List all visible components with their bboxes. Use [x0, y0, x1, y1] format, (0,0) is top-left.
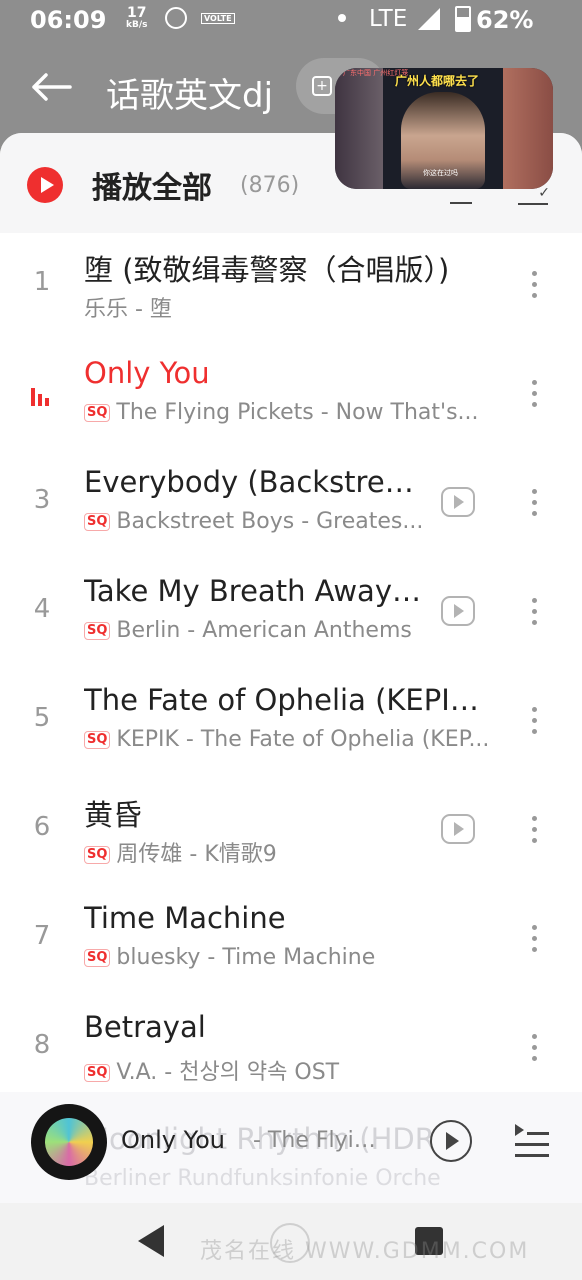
list-item[interactable]: 7 Time Machine SQ bluesky - Time Machine	[0, 887, 582, 996]
song-artist-album-text: Backstreet Boys - Greates...	[116, 509, 424, 534]
battery-level: 62%	[476, 6, 534, 34]
status-bar: 06:09 17 kB/s VOLTE LTE 62%	[0, 0, 582, 40]
mv-play-icon[interactable]	[441, 487, 475, 517]
list-item[interactable]: 1 堕 (致敬缉毒警察（合唱版）) 乐乐 - 堕	[0, 233, 582, 342]
song-index: 4	[33, 594, 51, 624]
song-artist-album-text: bluesky - Time Machine	[116, 945, 376, 970]
song-artist-album: 乐乐 - 堕	[84, 297, 172, 322]
signal-icon	[418, 8, 440, 30]
song-list-sheet: 播放全部 (876) 1 堕 (致敬缉毒警察（合唱版）) 乐乐 - 堕 Only…	[0, 133, 582, 1203]
clock: 06:09	[30, 6, 107, 34]
add-icon[interactable]: +	[312, 76, 332, 96]
pip-video-bg-right	[503, 68, 553, 189]
multi-select-icon[interactable]	[518, 185, 550, 205]
next-song-sub-behind: Berliner Rundfunksinfonie Orche	[84, 1166, 441, 1191]
back-arrow-icon[interactable]	[30, 72, 72, 102]
pip-video-bg-left	[335, 68, 383, 189]
list-item[interactable]: 6 黄昏 SQ 周传雄 - K情歌9	[0, 778, 582, 887]
page-title: 话歌英文dj	[106, 76, 274, 116]
notification-dot-icon	[338, 14, 346, 22]
song-title: Betrayal	[84, 1010, 206, 1044]
song-count: (876)	[240, 173, 300, 198]
song-index: 6	[33, 812, 51, 842]
now-playing-icon	[31, 386, 53, 406]
song-index: 5	[33, 703, 51, 733]
song-title: The Fate of Ophelia (KEPIK...	[84, 683, 494, 717]
song-title: Time Machine	[84, 901, 286, 935]
more-options-icon[interactable]	[528, 1034, 540, 1064]
sq-badge: SQ	[84, 846, 111, 864]
pip-caption: 广州人都哪去了	[395, 74, 480, 88]
sq-badge: SQ	[84, 622, 111, 640]
song-artist-album: SQ KEPIK - The Fate of Ophelia (KEP...	[84, 727, 494, 752]
mv-play-icon[interactable]	[441, 596, 475, 626]
song-title: 堕 (致敬缉毒警察（合唱版）)	[84, 253, 450, 287]
song-title: Everybody (Backstreet'...	[84, 465, 429, 499]
more-options-icon[interactable]	[528, 598, 540, 628]
song-artist-album-text: The Flying Pickets - Now That's...	[116, 400, 479, 425]
network-speed-unit: kB/s	[126, 20, 148, 30]
download-icon[interactable]	[450, 188, 472, 204]
song-index: 1	[33, 267, 51, 297]
list-item[interactable]: 3 Everybody (Backstreet'... SQ Backstreet…	[0, 451, 582, 560]
mini-player-title: Only You	[121, 1126, 225, 1154]
pip-subtitle: 你这在过吗	[423, 169, 458, 177]
play-all-label[interactable]: 播放全部	[92, 163, 212, 207]
sq-badge: SQ	[84, 1064, 111, 1082]
song-artist-album-text: Berlin - American Anthems	[116, 618, 412, 643]
alarm-icon	[165, 7, 187, 29]
pip-video-window[interactable]: 广东中国 广州红灯笼 广州人都哪去了 你这在过吗	[335, 68, 553, 189]
song-title: 黄昏	[84, 798, 143, 832]
playlist-icon[interactable]	[515, 1124, 549, 1157]
list-item[interactable]: 5 The Fate of Ophelia (KEPIK... SQ KEPIK …	[0, 669, 582, 778]
more-options-icon[interactable]	[528, 380, 540, 410]
song-title: Take My Breath Away (...	[84, 574, 429, 608]
battery-icon	[455, 6, 471, 32]
song-artist-album-text: KEPIK - The Fate of Ophelia (KEP...	[116, 727, 490, 752]
mini-player-artist: - The Flying Pickets	[253, 1128, 387, 1153]
nav-back-icon[interactable]	[138, 1225, 164, 1257]
more-options-icon[interactable]	[528, 925, 540, 955]
sq-badge: SQ	[84, 404, 111, 422]
song-index: 3	[33, 485, 51, 515]
network-type: LTE	[369, 6, 408, 32]
play-all-icon[interactable]	[27, 167, 63, 203]
sq-badge: SQ	[84, 513, 111, 531]
list-item[interactable]: 8 Betrayal SQ V.A. - 천상의 약속 OST	[0, 996, 582, 1105]
song-artist-album: SQ bluesky - Time Machine	[84, 945, 494, 970]
song-artist-album: SQ V.A. - 천상의 약속 OST	[84, 1054, 494, 1086]
play-pause-button[interactable]	[430, 1120, 472, 1162]
network-speed: 17 kB/s	[126, 6, 148, 31]
more-options-icon[interactable]	[528, 707, 540, 737]
mini-player[interactable]: Moonlight Rhythm (HDR Berliner Rundfunks…	[0, 1092, 582, 1203]
song-artist-album: SQ 周传雄 - K情歌9	[84, 836, 424, 868]
more-options-icon[interactable]	[528, 489, 540, 519]
list-item[interactable]: 4 Take My Breath Away (... SQ Berlin - Am…	[0, 560, 582, 669]
more-options-icon[interactable]	[528, 271, 540, 301]
song-artist-album: SQ Berlin - American Anthems	[84, 618, 424, 643]
system-nav-bar: 茂名在线 WWW.GDMM.COM	[0, 1203, 582, 1280]
album-disc[interactable]	[31, 1104, 107, 1180]
mv-play-icon[interactable]	[441, 814, 475, 844]
list-item[interactable]: Only You SQ The Flying Pickets - Now That…	[0, 342, 582, 451]
more-options-icon[interactable]	[528, 816, 540, 846]
volte-icon: VOLTE	[201, 13, 235, 24]
sq-badge: SQ	[84, 949, 111, 967]
sq-badge: SQ	[84, 731, 111, 749]
song-artist-album: SQ The Flying Pickets - Now That's...	[84, 400, 494, 425]
watermark: 茂名在线 WWW.GDMM.COM	[200, 1239, 530, 1264]
song-artist-album-text: V.A. - 천상의 약속 OST	[116, 1060, 340, 1085]
song-index: 8	[33, 1030, 51, 1060]
album-cover	[45, 1118, 93, 1166]
song-index: 7	[33, 921, 51, 951]
song-artist-album-text: 周传雄 - K情歌9	[116, 842, 277, 867]
song-artist-album: SQ Backstreet Boys - Greates...	[84, 509, 424, 534]
song-title: Only You	[84, 356, 210, 390]
